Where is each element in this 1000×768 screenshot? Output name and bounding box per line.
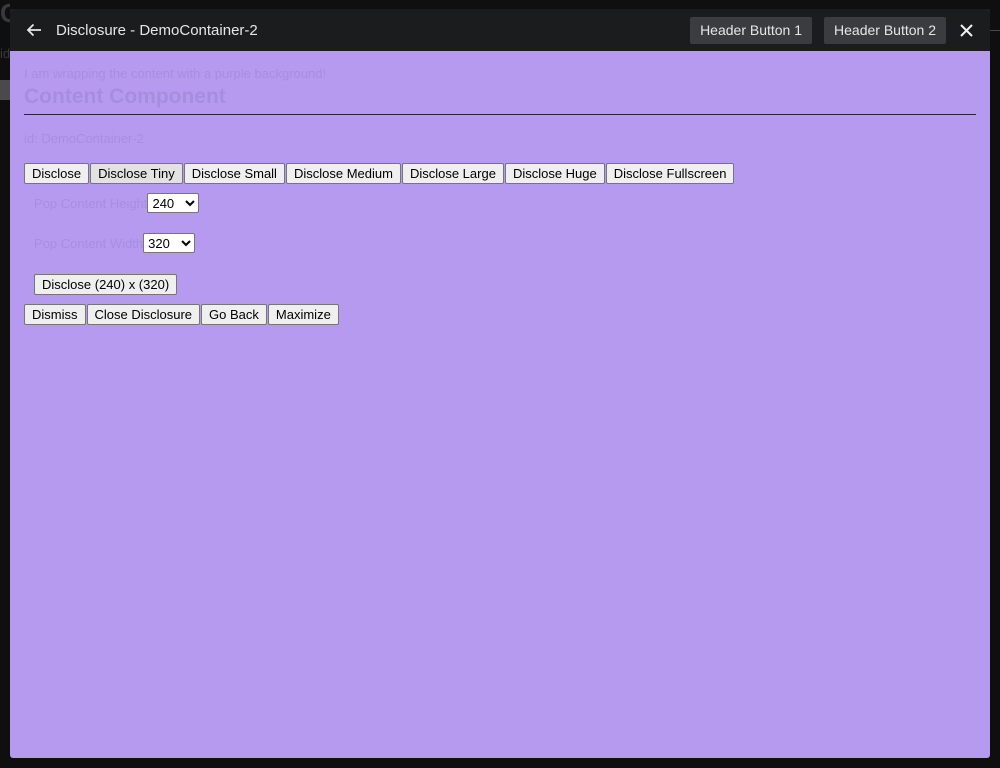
pop-width-select[interactable]: 320: [143, 233, 196, 253]
arrow-left-icon: [26, 23, 41, 37]
pop-width-row: Pop Content Width 320: [34, 233, 976, 253]
close-icon: [959, 23, 973, 37]
dismiss-button[interactable]: Dismiss: [24, 304, 86, 325]
disclose-tiny-button[interactable]: Disclose Tiny: [90, 163, 183, 184]
close-button[interactable]: [952, 16, 980, 44]
close-disclosure-button[interactable]: Close Disclosure: [86, 304, 201, 325]
pop-height-select[interactable]: 240: [147, 193, 200, 213]
disclose-medium-button[interactable]: Disclose Medium: [285, 163, 401, 184]
modal-header: Disclosure - DemoContainer-2 Header Butt…: [10, 9, 990, 51]
disclosure-modal: Disclosure - DemoContainer-2 Header Butt…: [10, 9, 990, 758]
disclose-huge-button[interactable]: Disclose Huge: [504, 163, 605, 184]
pop-height-label: Pop Content Height: [34, 195, 148, 211]
background-button: [0, 80, 10, 100]
disclose-button-row: Disclose Disclose Tiny Disclose Small Di…: [24, 163, 976, 184]
pop-width-label: Pop Content Width: [34, 235, 144, 251]
disclose-large-button[interactable]: Disclose Large: [401, 163, 504, 184]
go-back-button[interactable]: Go Back: [201, 304, 267, 325]
disclose-small-button[interactable]: Disclose Small: [183, 163, 285, 184]
background-divider: [990, 30, 1000, 31]
header-button-2[interactable]: Header Button 2: [824, 16, 946, 44]
action-button-row: Dismiss Close Disclosure Go Back Maximiz…: [24, 304, 976, 325]
disclose-button[interactable]: Disclose: [24, 163, 90, 184]
modal-body: I am wrapping the content with a purple …: [10, 67, 990, 325]
maximize-button[interactable]: Maximize: [267, 304, 339, 325]
modal-title: Disclosure - DemoContainer-2: [56, 21, 258, 39]
header-button-1[interactable]: Header Button 1: [690, 16, 813, 44]
custom-disclose-button[interactable]: Disclose (240) x (320): [34, 274, 178, 295]
disclose-fullscreen-button[interactable]: Disclose Fullscreen: [605, 163, 735, 184]
wrap-note: I am wrapping the content with a purple …: [24, 66, 327, 81]
back-button[interactable]: [20, 16, 48, 44]
pop-height-row: Pop Content Height 240: [34, 193, 976, 213]
custom-disclose-row: Disclose (240) x (320): [34, 274, 976, 295]
background-title: Content Component: [0, 0, 10, 28]
background-id: id: [0, 46, 10, 61]
content-id: id: DemoContainer-2: [24, 131, 144, 146]
content-title: Content Component: [24, 85, 976, 115]
